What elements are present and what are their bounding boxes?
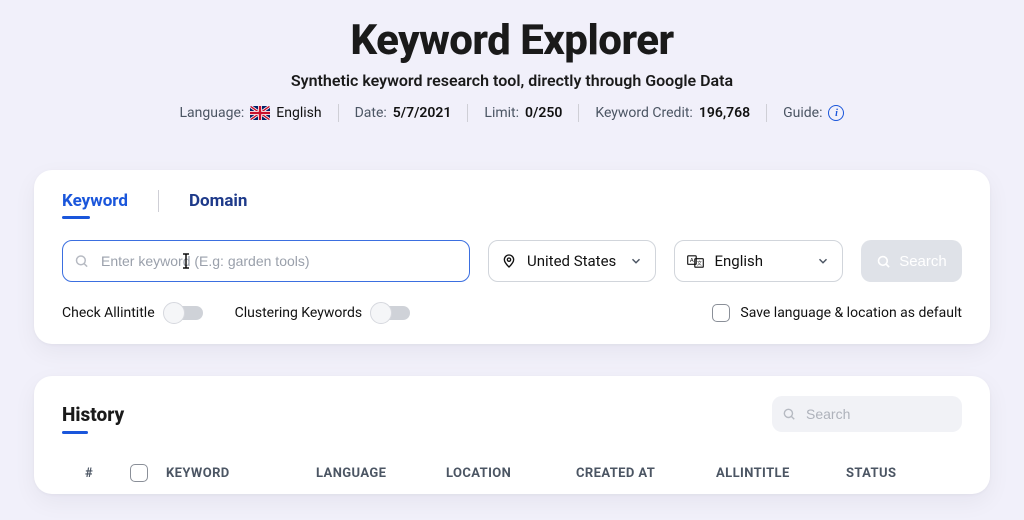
meta-language-label: Language: xyxy=(180,105,245,121)
history-card: History # KEYWORD LANGUAGE LOCATION CREA… xyxy=(34,376,990,494)
meta-guide: Guide: i xyxy=(783,105,844,121)
allintitle-option: Check Allintitle xyxy=(62,305,203,321)
history-search-input[interactable] xyxy=(772,396,962,432)
col-created-at[interactable]: CREATED AT xyxy=(572,460,712,487)
clustering-label: Clustering Keywords xyxy=(235,305,362,321)
keyword-input-wrap xyxy=(62,240,470,282)
meta-bar: Language: English Date: 5/7/2021 Limit: … xyxy=(0,104,1024,122)
chevron-down-icon xyxy=(816,254,830,268)
pin-icon xyxy=(501,253,517,269)
translate-icon: A 文 xyxy=(687,254,704,269)
options-row: Check Allintitle Clustering Keywords Sav… xyxy=(62,304,962,322)
history-search-wrap xyxy=(772,396,962,432)
meta-language: Language: English xyxy=(180,105,322,121)
meta-credit: Keyword Credit: 196,768 xyxy=(595,105,750,121)
allintitle-toggle[interactable] xyxy=(165,306,203,320)
meta-limit-value: 0/250 xyxy=(525,105,562,121)
language-select[interactable]: A 文 English xyxy=(674,240,842,282)
page-subtitle: Synthetic keyword research tool, directl… xyxy=(0,71,1024,90)
col-status[interactable]: STATUS xyxy=(842,460,952,487)
col-location[interactable]: LOCATION xyxy=(442,460,572,487)
save-default-checkbox[interactable] xyxy=(712,304,730,322)
divider xyxy=(766,104,767,122)
tab-domain[interactable]: Domain xyxy=(189,191,248,211)
divider xyxy=(578,104,579,122)
col-keyword[interactable]: KEYWORD xyxy=(162,460,312,487)
select-all-checkbox[interactable] xyxy=(130,464,148,482)
search-button[interactable]: Search xyxy=(861,240,962,282)
col-checkbox xyxy=(116,458,162,488)
svg-text:文: 文 xyxy=(697,260,702,267)
country-select[interactable]: United States xyxy=(488,240,656,282)
search-button-label: Search xyxy=(899,253,947,270)
search-icon xyxy=(782,407,796,421)
history-table-head: # KEYWORD LANGUAGE LOCATION CREATED AT A… xyxy=(62,458,962,488)
uk-flag-icon xyxy=(250,106,270,120)
search-controls: United States A 文 English xyxy=(62,240,962,282)
meta-guide-label: Guide: xyxy=(783,105,822,121)
meta-limit-label: Limit: xyxy=(484,105,519,121)
divider xyxy=(467,104,468,122)
history-header: History xyxy=(62,396,962,432)
meta-date: Date: 5/7/2021 xyxy=(355,105,452,121)
col-allintitle[interactable]: ALLINTITLE xyxy=(712,460,842,487)
history-title: History xyxy=(62,403,124,426)
divider xyxy=(338,104,339,122)
chevron-down-icon xyxy=(629,254,643,268)
divider xyxy=(158,190,159,212)
meta-credit-label: Keyword Credit: xyxy=(595,105,692,121)
meta-date-value: 5/7/2021 xyxy=(393,105,452,121)
info-icon[interactable]: i xyxy=(828,105,844,121)
allintitle-label: Check Allintitle xyxy=(62,305,155,321)
col-language[interactable]: LANGUAGE xyxy=(312,460,442,487)
page-title: Keyword Explorer xyxy=(0,16,1024,65)
save-default-option: Save language & location as default xyxy=(712,304,962,322)
save-default-label: Save language & location as default xyxy=(740,305,962,321)
keyword-input[interactable] xyxy=(62,240,470,282)
clustering-toggle[interactable] xyxy=(372,306,410,320)
clustering-option: Clustering Keywords xyxy=(235,305,410,321)
meta-language-value: English xyxy=(276,105,321,121)
tab-keyword[interactable]: Keyword xyxy=(62,191,128,211)
country-value: United States xyxy=(527,252,616,270)
search-card: Keyword Domain United States xyxy=(34,170,990,344)
language-value: English xyxy=(714,252,763,270)
search-tabs: Keyword Domain xyxy=(62,190,962,212)
search-icon xyxy=(74,254,89,269)
meta-limit: Limit: 0/250 xyxy=(484,105,562,121)
col-num: # xyxy=(62,460,116,487)
meta-date-label: Date: xyxy=(355,105,387,121)
meta-credit-value: 196,768 xyxy=(699,105,750,121)
svg-text:A: A xyxy=(690,258,694,264)
search-icon xyxy=(876,254,891,269)
